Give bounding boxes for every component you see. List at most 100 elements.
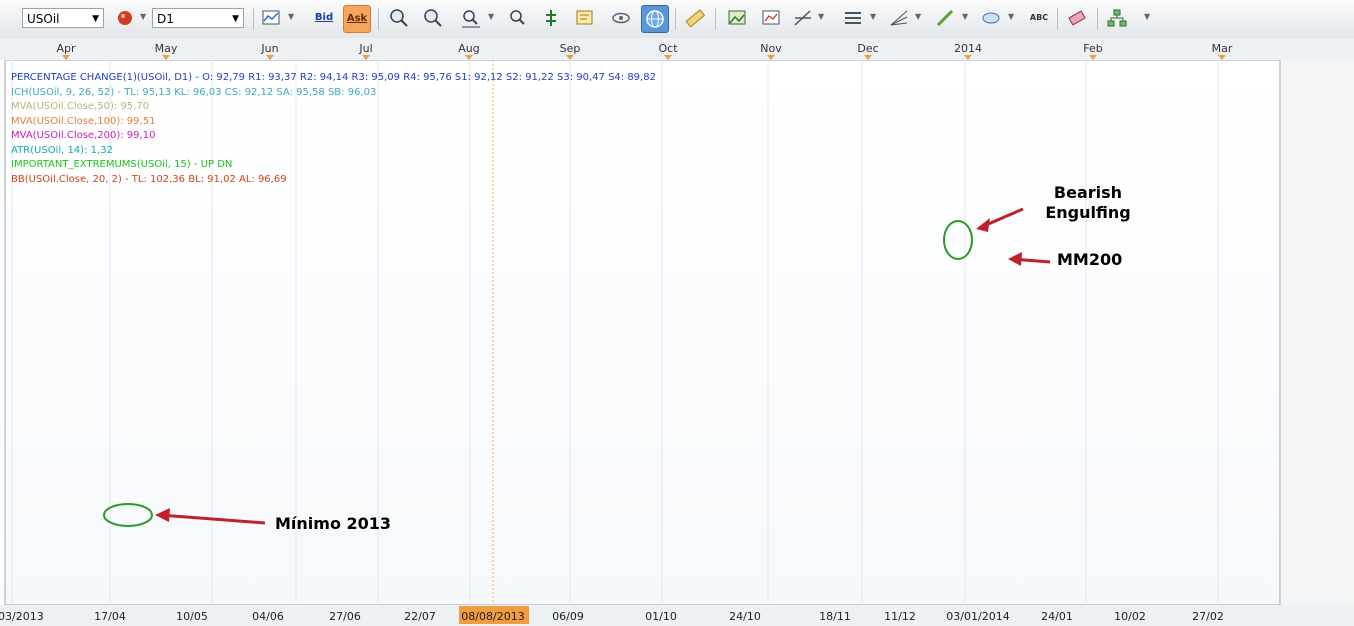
legend-line: BB(USOil.Close, 20, 2) - TL: 102,36 BL: … [11,173,287,185]
legend-line: PERCENTAGE CHANGE(1)(USOil, D1) - O: 92,… [11,72,656,83]
timeframe-select[interactable]: D1 ▼ [152,8,244,28]
line-chart-icon [262,10,280,25]
zoom-fit-button[interactable] [458,5,484,31]
timeframe-value: D1 [157,12,174,26]
chart-properties-button[interactable] [758,5,784,31]
zoom-out-button[interactable] [420,5,446,31]
month-label: Oct [658,42,678,55]
x-tick-label: 17/04 [94,610,126,623]
x-tick-label: 10/02 [1114,610,1146,623]
month-label: May [155,42,178,55]
chevron-down-icon: ▼ [232,14,239,24]
month-label: Jul [358,42,372,55]
chart-window-icon [762,10,780,25]
image-icon [728,10,746,25]
separator [253,8,254,30]
visibility-button[interactable] [608,5,634,31]
chevron-down-icon: ▼ [92,14,99,24]
bid-button[interactable]: Bid [311,5,337,31]
symbol-select[interactable]: USOil ▼ [22,8,104,28]
month-label: Feb [1083,42,1102,55]
ruler-icon [685,9,706,28]
pencil-icon [936,9,954,27]
objects-tree-button[interactable] [1104,5,1130,31]
chevron-down-icon[interactable]: ▼ [140,12,146,21]
separator [675,8,676,30]
zoom-out-icon [424,9,442,27]
x-tick-label: 24/01 [1041,610,1073,623]
zoom-area-icon [462,10,480,28]
minimo-2013-label: Mínimo 2013 [275,514,392,533]
chart-color-button[interactable] [112,5,138,31]
template-button[interactable] [572,5,598,31]
zoom-reset-button[interactable] [505,5,531,31]
x-tick-label: 10/05 [176,610,208,623]
legend-line: IMPORTANT_EXTREMUMS(USOil, 15) - UP DN [11,159,233,170]
month-label: Apr [56,42,76,55]
x-tick-label: 22/07 [404,610,436,623]
mm200-label: MM200 [1057,250,1123,269]
globe-icon [646,10,664,28]
chevron-down-icon[interactable]: ▼ [915,12,921,21]
legend-line: ATR(USOil, 14): 1,32 [11,144,113,156]
eraser-icon [1068,10,1086,26]
separator [715,8,716,30]
text-button[interactable]: ABC [1026,5,1052,31]
hierarchy-icon [1107,9,1127,27]
month-label: Mar [1212,42,1233,55]
separator [1057,8,1058,30]
x-tick-label: 04/06 [252,610,284,623]
zoom-in-icon [390,9,408,27]
x-tick-label: 27/02 [1192,610,1224,623]
chevron-down-icon[interactable]: ▼ [288,12,294,21]
fibonacci-button[interactable] [886,5,912,31]
draw-lines-button[interactable] [790,5,816,31]
x-tick-label: 11/12 [884,610,916,623]
x-tick-label: 01/10 [645,610,677,623]
eraser-button[interactable] [1064,5,1090,31]
month-label: Jun [260,42,278,55]
month-label: Dec [857,42,878,55]
x-tick-label: 27/06 [329,610,361,623]
chevron-down-icon[interactable]: ▼ [818,12,824,21]
month-label: Nov [760,42,782,55]
chevron-down-icon[interactable]: ▼ [962,12,968,21]
x-tick-label: 18/11 [819,610,851,623]
legend-line: MVA(USOil.Close,50): 95,70 [11,101,150,112]
x-tick-label: 06/09 [552,610,584,623]
month-label: Sep [560,42,581,55]
chevron-down-icon[interactable]: ▼ [1008,12,1014,21]
x-tick-label: 08/08/2013 [461,610,524,623]
symbol-value: USOil [27,12,60,26]
crosshair-button[interactable] [538,5,564,31]
ruler-button[interactable] [682,5,708,31]
bearish-engulfing-label: Bearish Engulfing [1045,183,1131,222]
eye-icon [612,12,630,24]
legend-line: MVA(USOil.Close,100): 99,51 [11,115,156,127]
fan-icon [890,10,908,26]
shapes-button[interactable] [978,5,1004,31]
month-label: 2014 [954,42,982,55]
horizontal-lines-button[interactable] [840,5,866,31]
separator [378,8,379,30]
chevron-down-icon[interactable]: ▼ [870,12,876,21]
price-axis-bg [1281,60,1354,605]
zoom-in-button[interactable] [386,5,412,31]
ask-button[interactable]: Ask [343,5,371,33]
toolbar-options-icon[interactable]: ▼ [1144,12,1150,21]
trendline-button[interactable] [932,5,958,31]
legend-line: MVA(USOil.Close,200): 99,10 [11,130,156,141]
template-icon [576,10,593,25]
toolbar: USOil ▼ ▼ D1 ▼ ▼ Bid Ask ▼ ▼ ▼ ▼ ▼ ▼ ABC ▼ [0,0,1354,39]
image-button[interactable] [724,5,750,31]
chart-type-button[interactable] [258,5,284,31]
x-tick-label: 03/01/2014 [946,610,1009,623]
month-label: Aug [458,42,479,55]
lines-icon [794,10,811,26]
chevron-down-icon[interactable]: ▼ [488,12,494,21]
legend-line: ICH(USOil, 9, 26, 52) - TL: 95,13 KL: 96… [11,86,377,98]
indicator-legend: PERCENTAGE CHANGE(1)(USOil, D1) - O: 92,… [11,71,656,187]
globe-button[interactable] [641,5,669,33]
zoom-reset-icon [510,10,525,25]
ellipse-icon [982,12,1000,24]
